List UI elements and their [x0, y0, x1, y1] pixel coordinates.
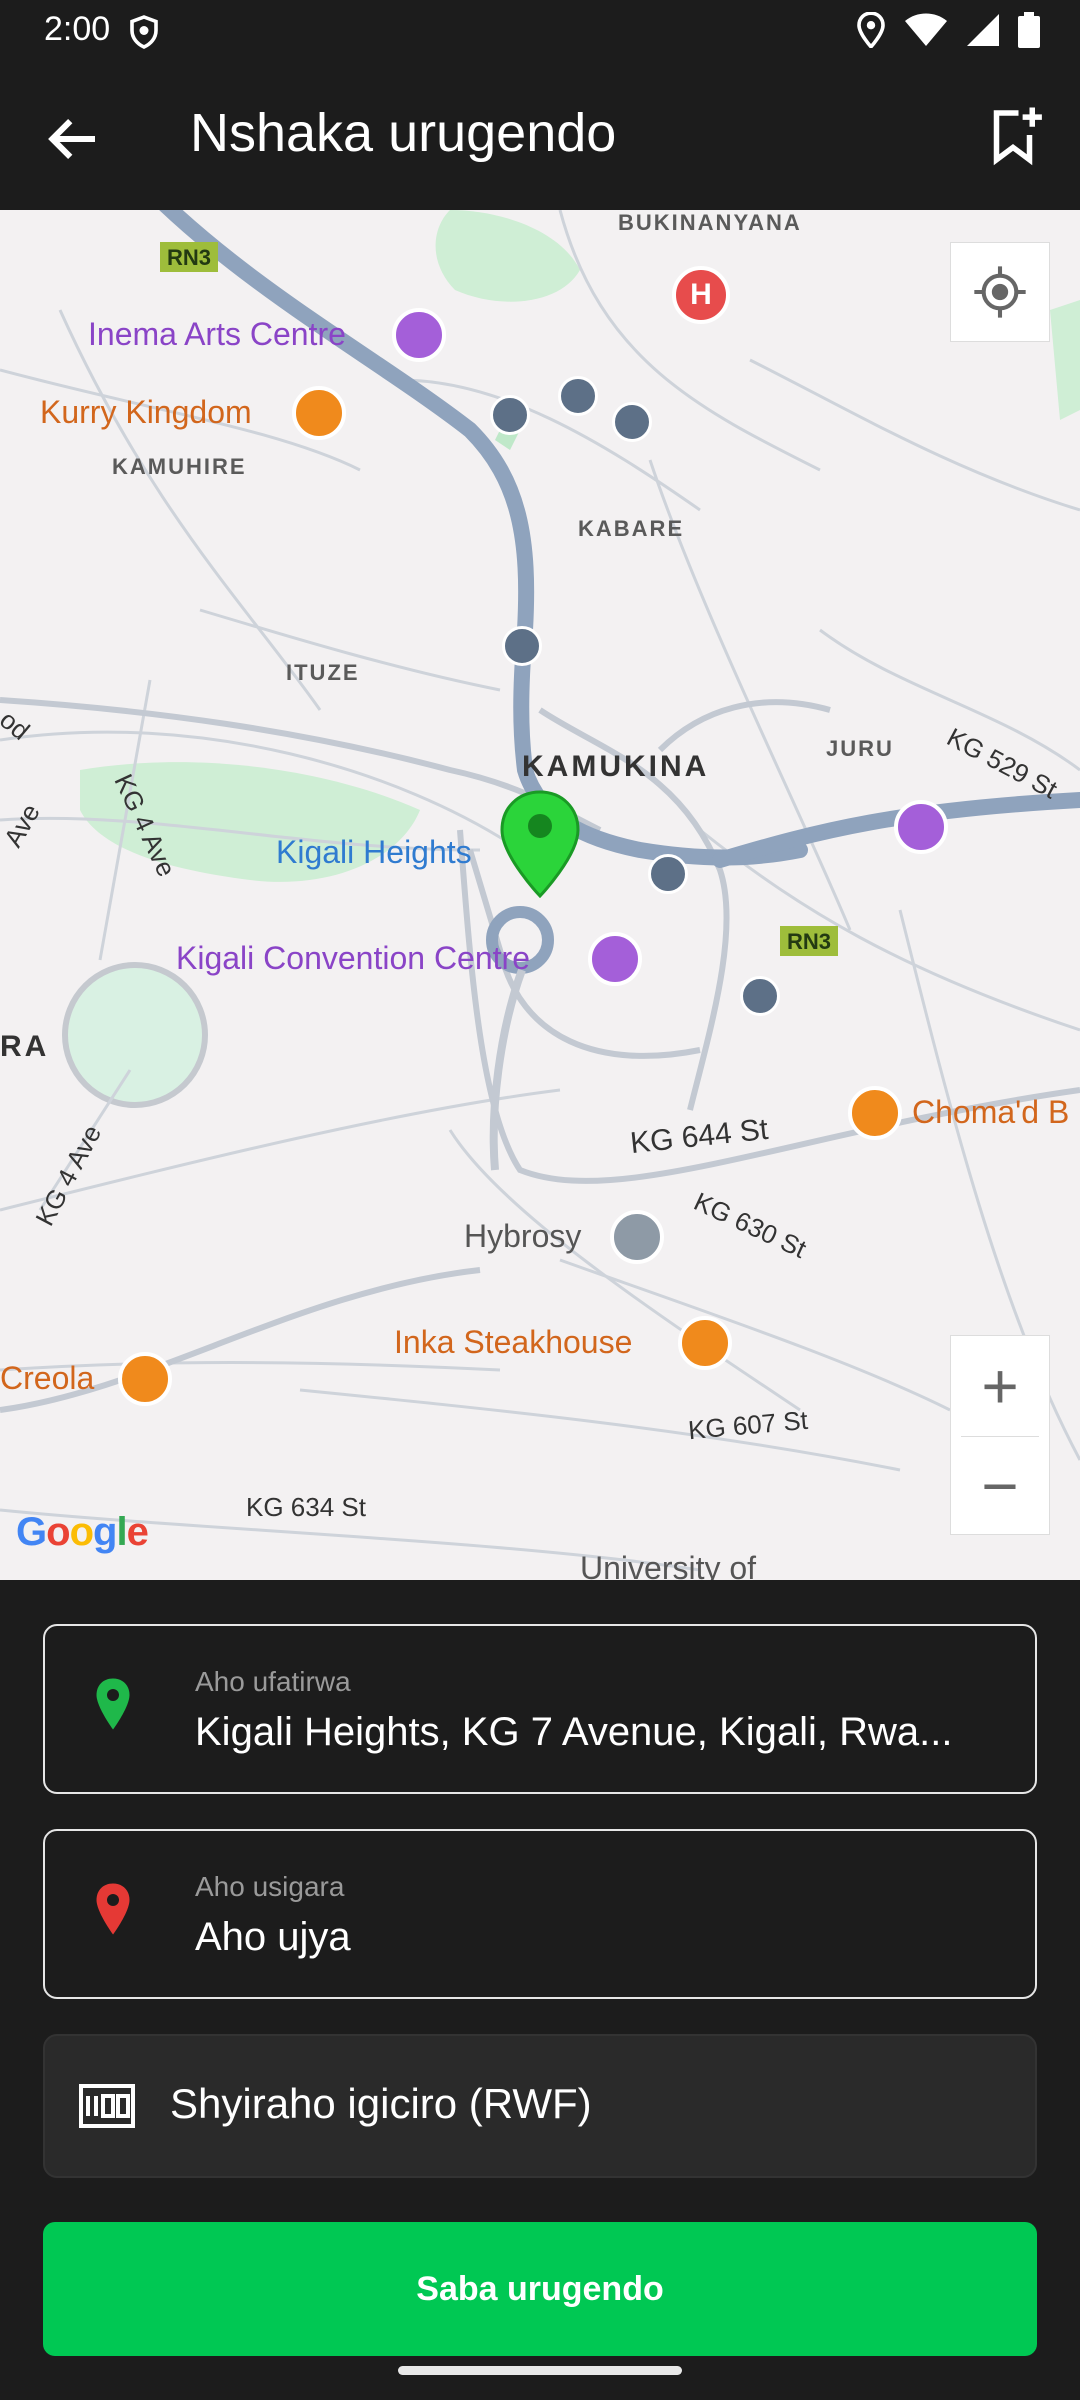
bus-stop-icon: [740, 976, 780, 1016]
place-icon[interactable]: [610, 1210, 664, 1264]
restaurant-icon[interactable]: [292, 386, 346, 440]
bus-stop-icon: [648, 854, 688, 894]
area-label: JURU: [826, 736, 894, 761]
status-time: 2:00: [44, 10, 111, 48]
map-view[interactable]: RN3 RN3 BUKINANYANA KAMUHIRE KABARE ITUZ…: [0, 210, 1080, 1580]
landmark-icon[interactable]: [588, 932, 642, 986]
poi-label[interactable]: Kigali Heights: [276, 834, 472, 871]
poi-label[interactable]: Choma'd B: [912, 1094, 1069, 1131]
signal-icon: [967, 14, 999, 46]
wifi-icon: [905, 13, 947, 46]
restaurant-icon[interactable]: [118, 1352, 172, 1406]
poi-label[interactable]: Inema Arts Centre: [88, 316, 346, 353]
location-icon: [857, 12, 885, 48]
my-location-button[interactable]: [950, 242, 1050, 342]
destination-value[interactable]: Aho ujya: [195, 1915, 1025, 1960]
poi-label[interactable]: Inka Steakhouse: [394, 1324, 632, 1361]
page-title: Nshaka urugendo: [190, 103, 617, 163]
restaurant-icon[interactable]: [678, 1316, 732, 1370]
request-ride-button[interactable]: Saba urugendo: [43, 2222, 1037, 2356]
poi-label[interactable]: Kigali Convention Centre: [176, 940, 530, 977]
poi-label[interactable]: Creola: [0, 1360, 94, 1397]
poi-label[interactable]: Hybrosy: [464, 1218, 581, 1255]
poi-label[interactable]: University of: [580, 1550, 756, 1580]
status-bar: 2:00: [0, 0, 1080, 62]
area-label: KAMUKINA: [522, 750, 710, 783]
area-label: KABARE: [578, 516, 685, 541]
map-pin-icon[interactable]: [500, 790, 580, 898]
my-location-icon: [974, 266, 1026, 318]
restaurant-icon[interactable]: [848, 1086, 902, 1140]
bookmark-add-icon[interactable]: [980, 102, 1046, 168]
museum-icon[interactable]: [894, 800, 948, 854]
bus-stop-icon: [612, 402, 652, 442]
price-placeholder: Shyiraho igiciro (RWF): [170, 2080, 592, 2127]
poi-label[interactable]: Kurry Kingdom: [40, 394, 252, 431]
destination-label: Aho usigara: [195, 1871, 345, 1902]
art-gallery-icon[interactable]: [392, 308, 446, 362]
hospital-icon[interactable]: H: [672, 266, 730, 324]
bus-stop-icon: [502, 626, 542, 666]
area-label: ITUZE: [286, 660, 360, 685]
zoom-in-button[interactable]: +: [951, 1336, 1049, 1436]
destination-field[interactable]: Aho usigara Aho ujya: [43, 1829, 1037, 1999]
battery-icon: [1018, 12, 1040, 48]
zoom-divider: [961, 1436, 1039, 1437]
zoom-out-button[interactable]: −: [951, 1436, 1049, 1536]
road-shield-rn3: RN3: [787, 929, 832, 954]
map-pin-icon: [96, 1678, 130, 1730]
home-indicator[interactable]: [398, 2366, 682, 2375]
zoom-controls: + −: [950, 1335, 1050, 1535]
origin-value[interactable]: Kigali Heights, KG 7 Avenue, Kigali, Rwa…: [195, 1710, 1025, 1755]
money-icon: [79, 2084, 135, 2128]
shield-icon: [130, 15, 158, 49]
google-logo: Google: [16, 1510, 149, 1554]
app-bar: Nshaka urugendo: [0, 62, 1080, 210]
map-pin-icon: [96, 1883, 130, 1935]
origin-label: Aho ufatirwa: [195, 1666, 351, 1697]
road-shield-rn3: RN3: [167, 245, 212, 270]
bus-stop-icon: [558, 376, 598, 416]
back-arrow-icon[interactable]: [40, 106, 106, 172]
area-label: KAMUHIRE: [112, 454, 247, 479]
street-label: KG 634 St: [246, 1492, 366, 1522]
origin-field[interactable]: Aho ufatirwa Kigali Heights, KG 7 Avenue…: [43, 1624, 1037, 1794]
price-input[interactable]: Shyiraho igiciro (RWF): [43, 2034, 1037, 2178]
bus-stop-icon: [490, 395, 530, 435]
area-label: RA: [0, 1030, 50, 1063]
area-label: BUKINANYANA: [618, 210, 802, 235]
